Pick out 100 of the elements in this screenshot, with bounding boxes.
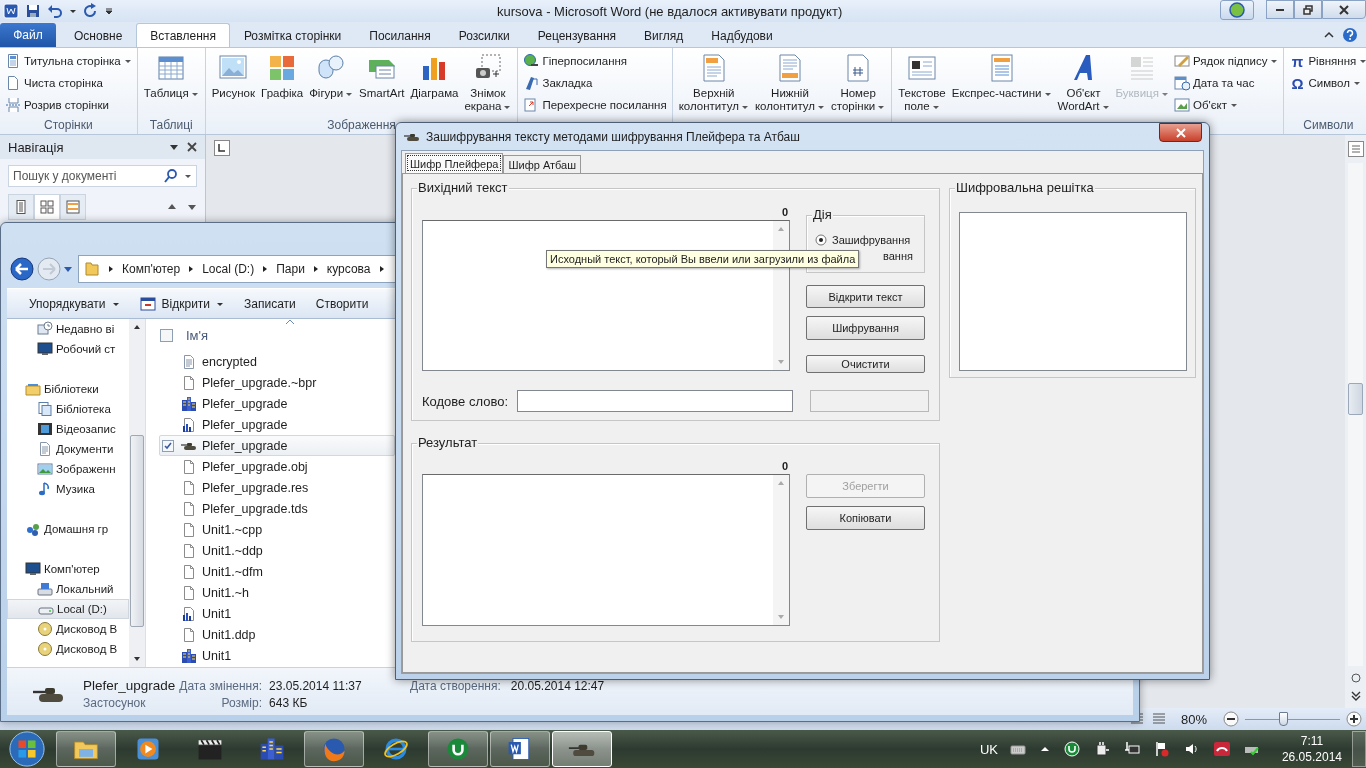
ribbon-button[interactable]: Титульна сторінка xyxy=(3,50,134,72)
ribbon-button[interactable]: Об'єкт WordArt xyxy=(1054,50,1113,116)
file-row[interactable]: Plefer_upgrade xyxy=(159,414,395,436)
file-row[interactable]: Plefer_upgrade.obj xyxy=(159,456,395,478)
chevron-icon[interactable] xyxy=(377,264,386,273)
checkbox[interactable] xyxy=(162,439,174,452)
save-icon[interactable] xyxy=(25,3,41,19)
flag-icon[interactable] xyxy=(1153,741,1170,757)
file-row[interactable]: Unit1.~ddp xyxy=(159,540,395,562)
push-button[interactable]: Шифрування xyxy=(806,316,925,340)
phone-icon[interactable] xyxy=(1213,741,1230,757)
zoom-out-icon[interactable] xyxy=(1223,711,1239,727)
ribbon-tab[interactable]: Вставлення xyxy=(136,23,230,47)
file-row[interactable]: Unit1.ddp xyxy=(159,624,395,646)
nav-item[interactable]: Комп'ютер xyxy=(7,559,129,580)
ribbon-tab[interactable]: Посилання xyxy=(355,23,445,47)
minimize-button[interactable] xyxy=(1266,0,1294,19)
ribbon-tab[interactable]: Розмітка сторінки xyxy=(229,23,356,47)
redo-icon[interactable] xyxy=(83,3,99,19)
ribbon-button[interactable]: Об'єкт xyxy=(1171,94,1281,116)
push-button[interactable]: Відкрити текст xyxy=(806,285,925,308)
nav-item[interactable]: Музика xyxy=(7,479,129,500)
ribbon-button[interactable]: Рядок підпису xyxy=(1171,50,1281,72)
ruler-icon[interactable] xyxy=(214,140,230,156)
nav-item[interactable]: Local (D:) xyxy=(7,599,129,620)
nav-item[interactable]: Зображенн xyxy=(7,459,129,480)
chevron-icon[interactable] xyxy=(107,264,115,273)
ribbon-button[interactable]: Нижній колонтитул xyxy=(751,50,829,116)
breadcrumb[interactable]: Комп'ютер xyxy=(122,261,181,276)
file-row[interactable]: Unit1 xyxy=(159,645,395,667)
restore-button[interactable] xyxy=(1294,0,1322,19)
breadcrumb[interactable]: курсова xyxy=(326,261,371,276)
file-row[interactable]: Plefer_upgrade xyxy=(159,435,395,457)
file-row[interactable]: Unit1.~cpp xyxy=(159,519,395,541)
collapse-icon[interactable] xyxy=(1324,29,1334,40)
file-row[interactable]: encrypted xyxy=(159,351,395,373)
ribbon-tab[interactable]: Основне xyxy=(60,23,137,47)
ribbon-button[interactable]: Рисунок xyxy=(208,50,259,116)
back-button[interactable] xyxy=(9,255,35,282)
up-arrow-icon[interactable] xyxy=(1039,744,1050,754)
breadcrumb[interactable]: Local (D:) xyxy=(202,261,255,276)
chevron-icon[interactable] xyxy=(311,264,320,273)
magnet-icon[interactable] xyxy=(1063,741,1080,757)
ribbon-button[interactable]: π Рівняння xyxy=(1287,50,1366,72)
language-indicator[interactable]: UK xyxy=(979,741,998,757)
caret-icon[interactable] xyxy=(69,7,77,15)
breadcrumb[interactable]: Пари xyxy=(276,261,305,276)
toolbar-button[interactable]: Упорядкувати xyxy=(21,290,128,317)
nav-item[interactable]: Дисковод В xyxy=(7,639,129,660)
nav-item[interactable]: Відеозапис xyxy=(7,419,129,440)
radio-button[interactable] xyxy=(815,234,827,246)
speaker-icon[interactable] xyxy=(1183,741,1200,757)
double-arrow-icon[interactable] xyxy=(1349,690,1362,702)
push-button[interactable]: Очистити xyxy=(806,355,925,373)
zoom-in-icon[interactable] xyxy=(1346,711,1362,727)
taskbar-button[interactable] xyxy=(552,731,612,767)
customize-icon[interactable] xyxy=(105,7,113,15)
ribbon-button[interactable]: Верхній колонтитул xyxy=(675,50,752,116)
ribbon-tab[interactable]: Надбудови xyxy=(697,23,787,47)
up-arrow-icon[interactable] xyxy=(133,323,141,332)
search-field[interactable]: Пошук у документі xyxy=(8,165,197,187)
ribbon-tab[interactable]: Вигляд xyxy=(630,23,698,47)
ribbon-button[interactable]: Діаграма xyxy=(407,50,462,116)
scrollbar-thumb[interactable] xyxy=(1348,383,1363,415)
ribbon-button[interactable]: Графіка xyxy=(258,50,307,116)
toolbar-button[interactable]: Створити xyxy=(307,290,377,317)
ribbon-button[interactable]: Гіперпосилання xyxy=(521,50,669,72)
file-row[interactable]: Unit1.~h xyxy=(159,582,395,604)
nav-item[interactable]: Недавно ві xyxy=(7,319,129,340)
scrollbar-thumb[interactable] xyxy=(130,435,144,628)
undo-icon[interactable] xyxy=(47,3,63,19)
close-icon[interactable] xyxy=(187,142,197,152)
taskbar-button[interactable] xyxy=(490,731,550,767)
clock-time[interactable]: 7:11 xyxy=(1300,733,1324,749)
nav-item[interactable]: Локальний xyxy=(7,579,129,600)
nav-item[interactable]: Документи xyxy=(7,439,129,460)
down-arrow-icon[interactable] xyxy=(187,202,197,212)
file-row[interactable]: Unit1.~dfm xyxy=(159,561,395,583)
radio-label[interactable]: Зашифрування xyxy=(832,234,911,246)
zoom-level[interactable]: 80% xyxy=(1180,711,1207,727)
ribbon-button[interactable]: Дата та час xyxy=(1171,72,1281,94)
nav-item[interactable]: Робочий ст xyxy=(7,339,129,360)
file-row[interactable]: Plefer_upgrade.tds xyxy=(159,498,395,520)
clock-date[interactable]: 26.05.2014 xyxy=(1281,749,1342,765)
close-button[interactable] xyxy=(1322,0,1366,19)
ribbon-tab[interactable]: Рецензування xyxy=(523,23,630,47)
help-icon[interactable] xyxy=(1342,26,1358,43)
push-button[interactable]: Копіювати xyxy=(806,506,925,530)
caret-icon[interactable] xyxy=(169,142,179,152)
keyword-field[interactable] xyxy=(516,390,793,412)
nav-item[interactable]: Дисковод В xyxy=(7,619,129,640)
file-tab[interactable]: Файл xyxy=(0,23,56,47)
caret-icon[interactable] xyxy=(184,172,192,180)
ribbon-button[interactable]: Знімок екрана xyxy=(461,50,515,116)
circle-button[interactable] xyxy=(1220,0,1254,20)
ruler-icon[interactable] xyxy=(1347,141,1364,157)
file-row[interactable]: Unit1 xyxy=(159,603,395,625)
view-tab[interactable] xyxy=(34,194,60,220)
view-tab[interactable] xyxy=(8,194,34,220)
up-arrow-icon[interactable] xyxy=(167,202,177,212)
